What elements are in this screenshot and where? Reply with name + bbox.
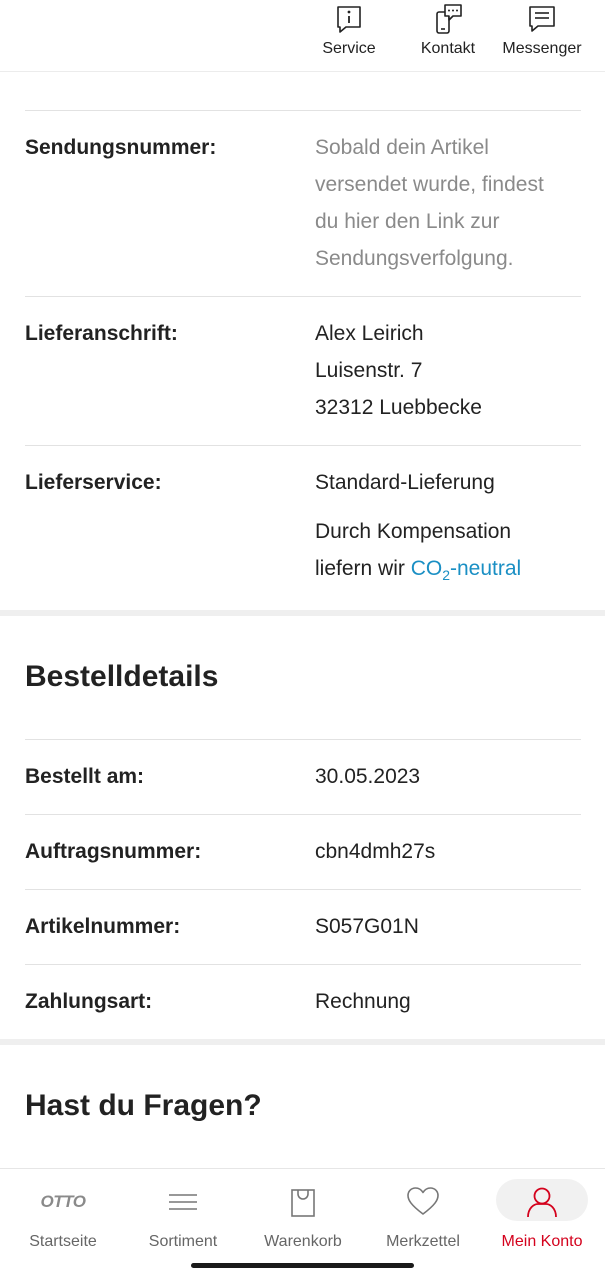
address-line: Luisenstr. 7 bbox=[315, 359, 423, 382]
phone-chat-icon bbox=[436, 4, 462, 34]
nav-merkzettel-label: Merkzettel bbox=[386, 1233, 460, 1250]
kontakt-label: Kontakt bbox=[420, 40, 476, 57]
section-separator bbox=[0, 610, 605, 616]
artikelnummer-label: Artikelnummer: bbox=[25, 915, 181, 938]
sendungsnummer-line: du hier den Link zur bbox=[315, 210, 500, 233]
divider bbox=[25, 964, 581, 965]
lieferservice-value: Standard-Lieferung bbox=[315, 471, 495, 494]
nav-startseite-label: Startseite bbox=[29, 1233, 97, 1250]
nav-mein-konto-label: Mein Konto bbox=[501, 1233, 583, 1250]
compensation-prefix: liefern wir bbox=[315, 557, 411, 580]
bestellt-am-label: Bestellt am: bbox=[25, 765, 145, 788]
compensation-line: liefern wir CO2-neutral bbox=[315, 550, 521, 589]
section-separator bbox=[0, 1039, 605, 1045]
auftragsnummer-value: cbn4dmh27s bbox=[315, 840, 436, 863]
address-line: Alex Leirich bbox=[315, 322, 424, 345]
sendungsnummer-line: Sobald dein Artikel bbox=[315, 136, 489, 159]
zahlungsart-label: Zahlungsart: bbox=[25, 990, 153, 1013]
lieferservice-label: Lieferservice: bbox=[25, 471, 162, 494]
messenger-button[interactable]: Messenger bbox=[500, 0, 584, 72]
zahlungsart-value: Rechnung bbox=[315, 990, 411, 1013]
nav-warenkorb-label: Warenkorb bbox=[264, 1233, 342, 1250]
sendungsnummer-line: Sendungsverfolgung. bbox=[315, 247, 514, 270]
nav-mein-konto[interactable]: Mein Konto bbox=[496, 1169, 588, 1253]
otto-logo-icon: OTTO bbox=[41, 1185, 86, 1219]
nav-warenkorb[interactable]: Warenkorb bbox=[257, 1169, 349, 1253]
lieferanschrift-label: Lieferanschrift: bbox=[25, 322, 178, 345]
divider bbox=[25, 296, 581, 297]
co2-neutral-link[interactable]: CO2-neutral bbox=[410, 557, 522, 583]
artikelnummer-value: S057G01N bbox=[315, 915, 419, 938]
nav-sortiment-label: Sortiment bbox=[148, 1233, 218, 1250]
service-button[interactable]: Service bbox=[318, 0, 380, 72]
co2-rest: -neutral bbox=[450, 557, 522, 580]
divider bbox=[25, 739, 581, 740]
bestelldetails-title: Bestelldetails bbox=[25, 660, 219, 693]
info-icon bbox=[337, 6, 361, 33]
divider bbox=[25, 889, 581, 890]
bestellt-am-value: 30.05.2023 bbox=[315, 765, 421, 788]
sendungsnummer-line: versendet wurde, findest bbox=[315, 173, 544, 196]
menu-icon bbox=[169, 1194, 197, 1210]
user-icon bbox=[527, 1187, 557, 1218]
compensation-line: Durch Kompensation bbox=[315, 520, 512, 543]
top-header: Service Kontakt Messenger bbox=[0, 0, 605, 72]
divider bbox=[25, 814, 581, 815]
nav-merkzettel[interactable]: Merkzettel bbox=[377, 1169, 469, 1253]
auftragsnummer-label: Auftragsnummer: bbox=[25, 840, 202, 863]
home-indicator bbox=[191, 1263, 414, 1268]
nav-startseite[interactable]: OTTO Startseite bbox=[17, 1169, 109, 1253]
nav-sortiment[interactable]: Sortiment bbox=[137, 1169, 229, 1253]
divider bbox=[25, 110, 581, 111]
address-line: 32312 Luebbecke bbox=[315, 396, 482, 419]
co2-subscript: 2 bbox=[442, 567, 450, 583]
service-label: Service bbox=[322, 40, 376, 57]
shopping-bag-icon bbox=[291, 1189, 315, 1217]
otto-logo-text: OTTO bbox=[40, 1192, 86, 1211]
kontakt-button[interactable]: Kontakt bbox=[416, 0, 480, 72]
messenger-label: Messenger bbox=[502, 40, 582, 57]
co2-co: CO bbox=[410, 557, 443, 580]
sendungsnummer-label: Sendungsnummer: bbox=[25, 136, 217, 159]
heart-icon bbox=[407, 1187, 439, 1215]
fragen-title: Hast du Fragen? bbox=[25, 1089, 262, 1122]
address-value: Alex Leirich Luisenstr. 7 32312 Luebbeck… bbox=[315, 315, 482, 426]
divider bbox=[25, 445, 581, 446]
compensation-text: Durch Kompensation liefern wir CO2-neutr… bbox=[315, 513, 521, 589]
sendungsnummer-value: Sobald dein Artikel versendet wurde, fin… bbox=[315, 129, 544, 277]
message-icon bbox=[529, 6, 555, 32]
